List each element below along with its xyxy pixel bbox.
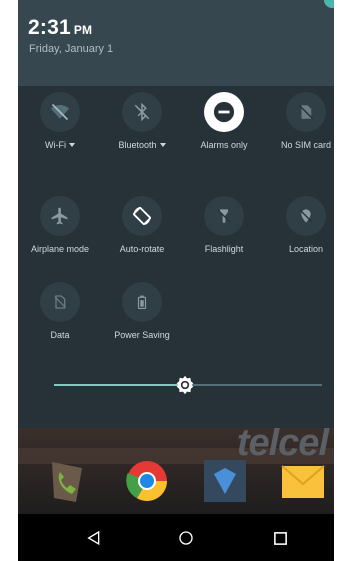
phone-icon[interactable] xyxy=(44,458,90,504)
airplane-icon xyxy=(40,196,80,236)
tile-auto-rotate[interactable]: Auto-rotate xyxy=(106,196,178,254)
home-wallpaper: telcel xyxy=(18,428,334,514)
tile-label: Wi-Fi xyxy=(45,140,66,150)
bluetooth-off-icon xyxy=(122,92,162,132)
device-screen: 2:31 PM Friday, January 1 Wi-Fi Bluetooth… xyxy=(18,0,334,561)
do-not-disturb-icon xyxy=(204,92,244,132)
tile-label: Airplane mode xyxy=(30,244,90,254)
tile-label: Flashlight xyxy=(204,244,244,254)
data-off-icon xyxy=(40,282,80,322)
tile-power-saving[interactable]: Power Saving xyxy=(106,282,178,340)
tile-flashlight[interactable]: Flashlight xyxy=(188,196,260,254)
tile-alarms-only[interactable]: Alarms only xyxy=(188,92,260,150)
clock-ampm: PM xyxy=(73,23,93,37)
navigation-bar xyxy=(18,514,334,561)
back-icon[interactable] xyxy=(84,528,104,548)
recents-icon[interactable] xyxy=(270,528,290,548)
brightness-fill xyxy=(54,384,185,386)
tile-label: Bluetooth xyxy=(118,140,157,150)
brightness-icon[interactable] xyxy=(175,375,195,395)
home-icon[interactable] xyxy=(176,528,196,548)
chrome-icon[interactable] xyxy=(124,458,170,504)
tile-label: Alarms only xyxy=(200,140,248,150)
chevron-down-icon[interactable] xyxy=(69,143,75,147)
email-icon[interactable] xyxy=(280,458,326,504)
flashlight-off-icon xyxy=(204,196,244,236)
tile-data[interactable]: Data xyxy=(24,282,96,340)
battery-icon xyxy=(122,282,162,322)
settings-indicator xyxy=(324,0,334,8)
chevron-down-icon[interactable] xyxy=(159,143,166,147)
tile-bluetooth[interactable]: Bluetooth xyxy=(106,92,178,150)
wifi-off-icon xyxy=(40,92,80,132)
notification-header: 2:31 PM Friday, January 1 xyxy=(18,0,334,86)
tile-label: Power Saving xyxy=(114,330,170,340)
clock[interactable]: 2:31 PM xyxy=(28,16,92,40)
auto-rotate-icon xyxy=(122,196,162,236)
tile-label: Location xyxy=(288,244,324,254)
date-label[interactable]: Friday, January 1 xyxy=(29,43,113,55)
clock-time: 2:31 xyxy=(28,16,71,39)
telcel-app-icon[interactable] xyxy=(202,458,248,504)
location-off-icon xyxy=(286,196,326,236)
no-sim-icon xyxy=(286,92,326,132)
tile-no-sim[interactable]: No SIM card xyxy=(270,92,334,150)
tile-label: Data xyxy=(50,330,70,340)
tile-label: No SIM card xyxy=(280,140,331,150)
tile-airplane[interactable]: Airplane mode xyxy=(24,196,96,254)
brightness-slider[interactable] xyxy=(54,375,322,395)
tile-label: Auto-rotate xyxy=(119,244,165,254)
tile-location[interactable]: Location xyxy=(270,196,334,254)
tile-wifi[interactable]: Wi-Fi xyxy=(24,92,96,150)
